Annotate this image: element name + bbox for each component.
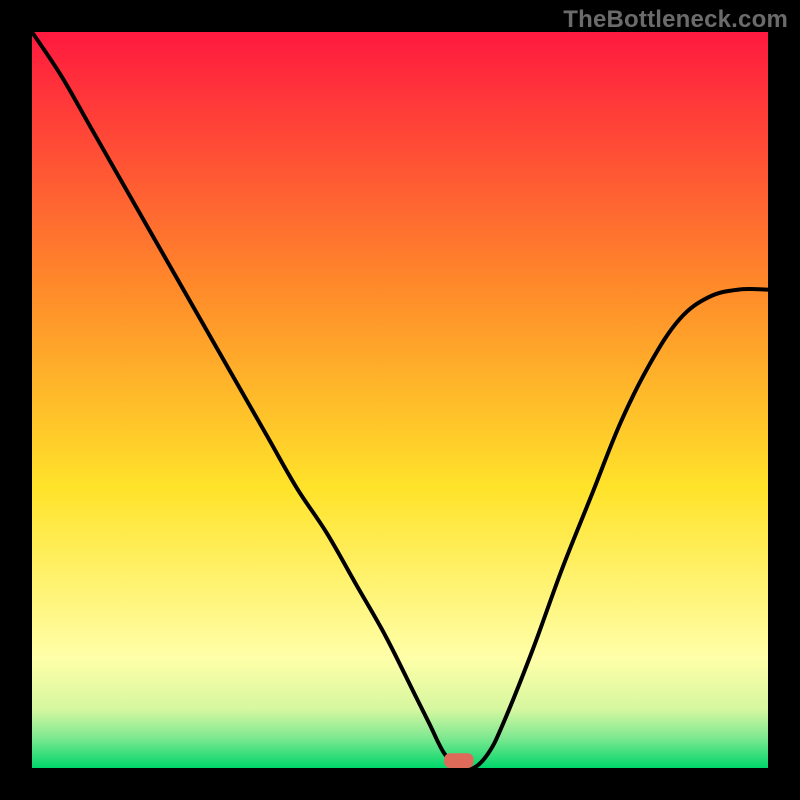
bottleneck-chart [32, 32, 768, 768]
optimal-marker [444, 753, 473, 768]
attribution-label: TheBottleneck.com [563, 6, 788, 34]
gradient-background [32, 32, 768, 768]
chart-frame: TheBottleneck.com [0, 0, 800, 800]
